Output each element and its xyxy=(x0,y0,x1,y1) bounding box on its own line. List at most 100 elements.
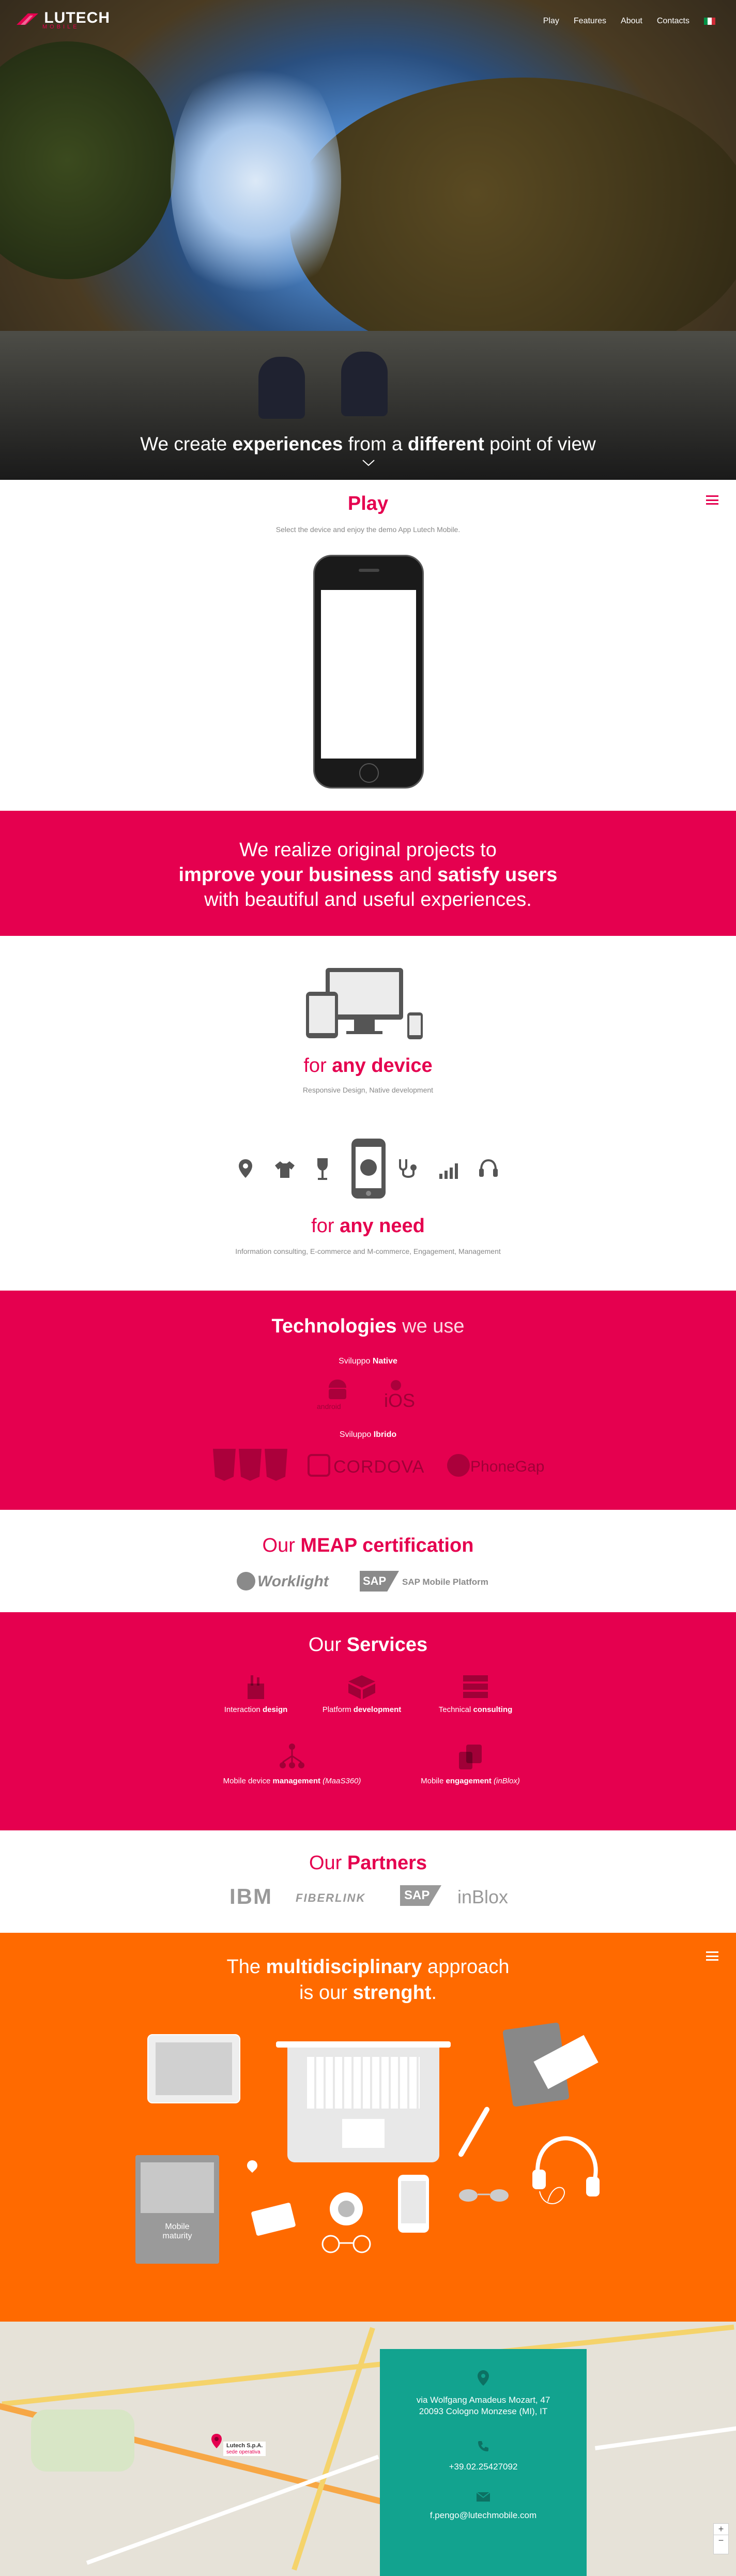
iphone-device[interactable] xyxy=(313,555,424,789)
card-illustration xyxy=(251,2202,296,2236)
partner-fiberlink[interactable]: FIBERLINK xyxy=(296,1891,365,1905)
service-platform-development[interactable]: Platform development xyxy=(310,1673,413,1714)
service-mobile-device-management[interactable]: Mobile device management (MaaS360) xyxy=(207,1742,377,1785)
need-icons-row xyxy=(238,1138,507,1200)
services-title-pre: Our xyxy=(308,1634,347,1656)
services-title: Our Services xyxy=(0,1634,736,1656)
nav-link-about[interactable]: About xyxy=(621,17,642,26)
approach-line1: The multidisciplinary approach xyxy=(0,1954,736,1979)
partner-inblox[interactable]: inBlox xyxy=(457,1886,508,1908)
service-platform-pre: Platform xyxy=(322,1705,354,1714)
hero-tree-right xyxy=(289,78,736,367)
native-label: Sviluppo Native xyxy=(0,1357,736,1366)
approach-mid: approach xyxy=(422,1956,510,1978)
hybrid-logos: CORDOVA PhoneGap xyxy=(212,1448,545,1484)
book-illustration: Mobile maturity xyxy=(135,2155,219,2264)
hero-tagline-bold1: experiences xyxy=(232,433,343,454)
mission-line1: We realize original projects to xyxy=(239,839,497,861)
sunglasses-illustration xyxy=(459,2189,509,2202)
contact-phone[interactable]: +39.02.25427092 xyxy=(380,2462,587,2472)
service-mdm-bold: management xyxy=(272,1777,321,1785)
any-device-pre: for xyxy=(303,1055,332,1077)
menu-icon[interactable] xyxy=(706,495,718,505)
service-engagement-pre: Mobile xyxy=(421,1777,446,1785)
server-icon xyxy=(463,1675,488,1698)
service-technical-consulting[interactable]: Technical consulting xyxy=(424,1673,527,1714)
service-mdm-pre: Mobile device xyxy=(223,1777,273,1785)
service-interaction-design[interactable]: Interaction design xyxy=(204,1673,308,1714)
worklight-icon xyxy=(237,1572,255,1590)
glasses-illustration xyxy=(321,2235,371,2253)
meap-title-pre: Our xyxy=(262,1535,301,1556)
partner-sap[interactable]: SAP xyxy=(400,1885,441,1906)
contact-map-section: Lutech S.p.A. sede operativa + − via Wol… xyxy=(0,2322,736,2576)
meap-title-bold: MEAP certification xyxy=(300,1535,474,1556)
mission-bold2: satisfy users xyxy=(437,864,558,886)
partner-ibm[interactable]: IBM xyxy=(229,1884,272,1909)
marker-label-title: Lutech S.p.A. xyxy=(226,2443,263,2449)
logo-swoosh-icon xyxy=(17,13,38,25)
phonegap-icon xyxy=(447,1454,470,1477)
contact-email[interactable]: f.pengo@lutechmobile.com xyxy=(380,2510,587,2521)
service-mdm-post: (MaaS360) xyxy=(320,1777,361,1785)
headset-icon xyxy=(479,1159,498,1177)
mission-line3: with beautiful and useful experiences. xyxy=(204,889,532,911)
hero-tagline-bold2: different xyxy=(407,433,484,454)
tech-title: Technologies we use xyxy=(0,1315,736,1338)
hero-section: LUTECH MOBILE Play Features About Contac… xyxy=(0,0,736,480)
map-marker[interactable] xyxy=(211,2433,222,2451)
any-need-subtitle: Information consulting, E-commerce and M… xyxy=(235,1247,501,1255)
cordova-icon xyxy=(308,1454,330,1477)
play-subtitle: Select the device and enjoy the demo App… xyxy=(275,525,461,534)
brand-logo[interactable]: LUTECH MOBILE xyxy=(16,9,110,30)
nav-links: Play Features About Contacts xyxy=(543,17,715,26)
hybrid-label-pre: Sviluppo xyxy=(339,1430,374,1439)
service-technical-pre: Technical xyxy=(438,1705,473,1714)
nav-link-features[interactable]: Features xyxy=(574,17,606,26)
smartphone-icon xyxy=(351,1139,386,1199)
map-zoom-controls: + − xyxy=(713,2523,729,2554)
map-zoom-out-icon[interactable]: − xyxy=(714,2535,728,2546)
nav-link-play[interactable]: Play xyxy=(543,17,559,26)
play-section: Play Select the device and enjoy the dem… xyxy=(0,480,736,811)
pencil-cup-icon xyxy=(248,1675,264,1699)
iphone-speaker xyxy=(359,569,379,572)
sap-logo-icon: SAP xyxy=(360,1571,399,1592)
phonegap-label: PhoneGap xyxy=(470,1458,545,1475)
hero-tagline: We create experiences from a different p… xyxy=(0,433,736,455)
chevron-down-icon[interactable] xyxy=(362,459,375,466)
service-mobile-engagement[interactable]: Mobile engagement (inBlox) xyxy=(393,1742,548,1785)
hybrid-label-bold: Ibrido xyxy=(373,1430,397,1439)
tshirt-icon xyxy=(275,1161,295,1178)
approach-pre: The xyxy=(226,1956,266,1978)
laptop-illustration xyxy=(276,2041,451,2162)
map-marker-icon[interactable] xyxy=(211,2433,222,2449)
service-platform-bold: development xyxy=(353,1705,402,1714)
sap-mobile-label: SAP Mobile Platform xyxy=(402,1577,488,1587)
play-title: Play xyxy=(347,493,389,514)
phone-icon xyxy=(478,2441,488,2451)
tablet-illustration xyxy=(147,2034,240,2103)
stethoscope-icon xyxy=(399,1159,417,1178)
partner-logos: IBM FIBERLINK SAP inBlox xyxy=(227,1884,527,1910)
any-device-bold: any device xyxy=(332,1055,433,1077)
technologies-section: Technologies we use Sviluppo Native andr… xyxy=(0,1291,736,1510)
native-label-pre: Sviluppo xyxy=(339,1357,373,1366)
html5-css3-js-icon xyxy=(213,1449,287,1481)
network-hierarchy-icon xyxy=(280,1744,304,1768)
contact-address-line2: 20093 Cologno Monzese (MI), IT xyxy=(419,2406,548,2416)
native-logos: android iOS xyxy=(314,1377,428,1414)
pen-illustration xyxy=(457,2105,490,2158)
ios-label: iOS xyxy=(384,1390,416,1411)
approach-section: The multidisciplinary approach is our st… xyxy=(0,1933,736,2322)
italian-flag-icon[interactable] xyxy=(704,18,715,25)
nav-link-contacts[interactable]: Contacts xyxy=(657,17,689,26)
approach-bold2: strenght xyxy=(352,1982,432,2004)
mission-line2: improve your business and satisfy users xyxy=(0,862,736,887)
wine-glass-icon xyxy=(317,1158,328,1180)
hero-tagline-mid: from a xyxy=(343,433,408,454)
mission-banner: We realize original projects to improve … xyxy=(0,811,736,936)
map-zoom-in-icon[interactable]: + xyxy=(714,2524,728,2535)
map-road-5 xyxy=(594,2425,736,2450)
engagement-icon xyxy=(459,1745,482,1769)
